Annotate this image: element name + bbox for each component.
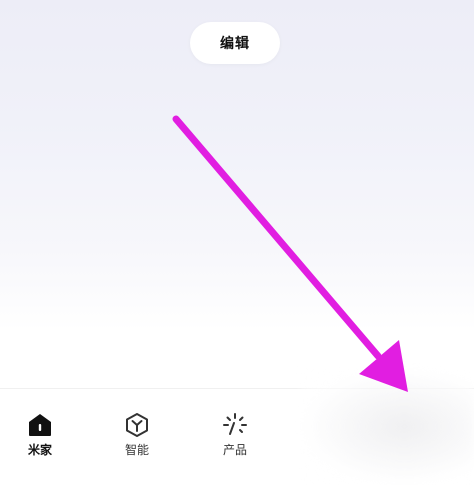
tab-smart[interactable]: 智能	[107, 411, 167, 463]
tab-products-label: 产品	[222, 443, 247, 457]
tab-home-label: 米家	[27, 443, 52, 457]
edit-button-label: 编辑	[220, 36, 250, 52]
home-icon	[26, 411, 54, 439]
blurred-area	[300, 368, 474, 485]
tab-products[interactable]: 产品	[205, 411, 265, 463]
app-screen: 编辑 米家 智能 产品	[0, 0, 474, 485]
hexagon-y-icon	[123, 411, 151, 439]
tab-smart-label: 智能	[124, 443, 149, 457]
tab-home[interactable]: 米家	[10, 411, 70, 463]
edit-button[interactable]: 编辑	[190, 22, 280, 64]
sparkle-icon	[221, 411, 249, 439]
